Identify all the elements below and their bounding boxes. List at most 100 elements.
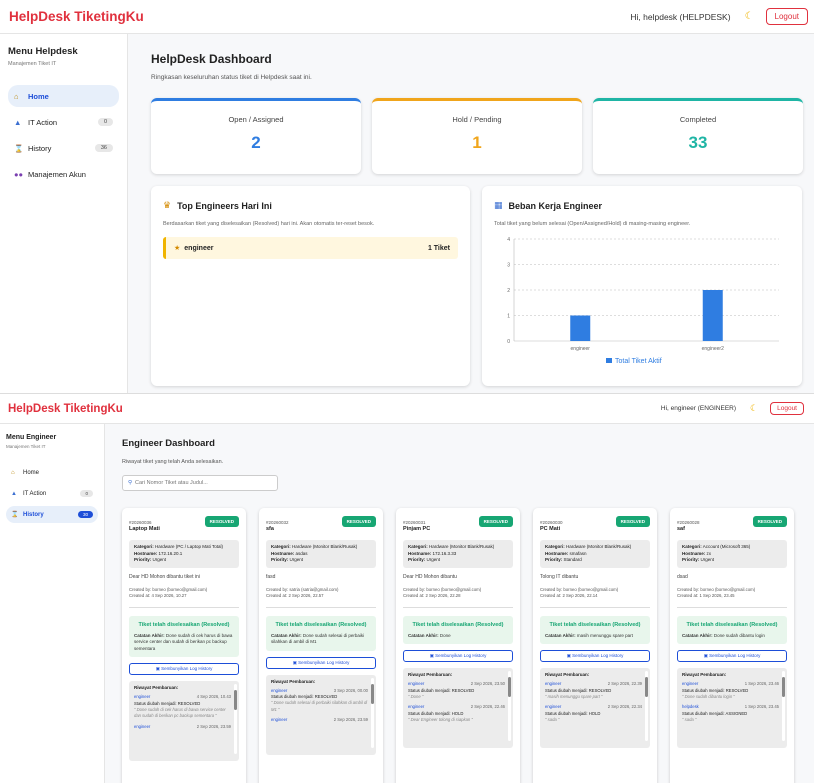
sidebar-item-label: Manajemen Akun <box>28 169 86 179</box>
resolved-box: Tiket telah diselesaikan (Resolved) Cata… <box>129 615 239 658</box>
bar <box>702 290 723 341</box>
priority-value: Urgent <box>700 557 715 563</box>
kategori-label: Kategori: <box>545 544 565 549</box>
log-scrollbar[interactable] <box>234 684 237 755</box>
log-scrollbar[interactable] <box>782 671 785 742</box>
log-scrollbar[interactable] <box>508 671 511 742</box>
workload-chart-svg: 0 1 2 3 4 engineer engineer2 Total Tiket Aktif <box>507 237 779 365</box>
log-time: 1 Sep 2026, 23.46 <box>744 681 779 687</box>
log-entries: engineer 1 Sep 2026, 23.46 Status diubah m… <box>682 681 779 723</box>
kategori-value: Hardware (Monitor Blank/Rusak) <box>566 544 632 549</box>
panel-heading: ♛ Top Engineers Hari Ini <box>163 200 458 211</box>
ticket-description: dsad <box>677 573 688 580</box>
hostname-label: Hostname: <box>682 550 706 556</box>
count-badge: 36 <box>94 144 113 152</box>
log-note: " Done sudah selesai di perbaiki silahka… <box>271 700 368 712</box>
log-time: 4 Sep 2026, 10.43 <box>196 694 231 700</box>
ticket-info: Kategori: Hardware (Monitor Blank/Rusak)… <box>266 540 376 568</box>
log-user: engineer <box>408 704 425 710</box>
panel-heading: ▦ Beban Kerja Engineer <box>494 200 790 211</box>
ticket-meta: Created by: borneo (borneo@gmail.com) Cr… <box>677 587 787 599</box>
created-at: Created at: 4 Sep 2026, 10.27 <box>129 592 187 598</box>
log-history[interactable]: Riwayat Pembaruan: engineer 4 Sep 2026, 1… <box>129 681 239 762</box>
ticket-info: Kategori: Hardware (PC / Laptop Mati Tot… <box>129 540 239 568</box>
logout-button[interactable]: Logout <box>765 8 808 25</box>
search-input[interactable]: ⚲ Cari Nomor Tiket atau Judul... <box>122 475 278 491</box>
hourglass-icon: ⌛ <box>11 512 19 518</box>
stat-card-open: Open / Assigned 2 <box>151 98 361 174</box>
log-history[interactable]: Riwayat Pembaruan: engineer 3 Sep 2026, 0… <box>266 674 376 755</box>
page-subtitle: Riwayat tiket yang telah Anda selesaikan… <box>122 459 224 465</box>
sidebar-title: Menu Helpdesk <box>8 46 78 57</box>
x-tick-label: engineer2 <box>702 346 724 352</box>
logout-button[interactable]: Logout <box>770 402 804 415</box>
hide-log-label: Sembunyikan Log History <box>298 659 350 665</box>
sidebar-item-label: Home <box>28 91 49 101</box>
hostname-label: Hostname: <box>545 550 569 556</box>
ticket-meta: Created by: borneo (borneo@gmail.com) Cr… <box>129 587 239 599</box>
sidebar-item-it-action[interactable]: ▲ IT Action 0 <box>8 111 119 133</box>
log-entry: engineer 2 Sep 2026, 22.46 Status diubah m… <box>408 704 505 723</box>
hostname-value: 172.16.20.1 <box>158 550 183 556</box>
log-user: engineer <box>545 681 562 687</box>
scrollbar-thumb[interactable] <box>508 677 511 698</box>
scrollbar-thumb[interactable] <box>645 677 648 698</box>
log-entries: engineer 2 Sep 2026, 23.50 Status diubah m… <box>408 681 505 723</box>
navbar-right: Hi, engineer (ENGINEER) ☾ Logout <box>661 402 804 415</box>
log-history[interactable]: Riwayat Pembaruan: engineer 1 Sep 2026, 2… <box>677 668 787 749</box>
resolved-box: Tiket telah diselesaikan (Resolved) Cata… <box>677 615 787 645</box>
ticket-card: #20260030 RESOLVED PC Mati Kategori: Har… <box>533 508 657 783</box>
status-badge: RESOLVED <box>204 516 239 527</box>
log-entry: engineer 3 Sep 2026, 00.00 Status diubah m… <box>271 688 368 713</box>
scrollbar-thumb[interactable] <box>782 677 785 698</box>
sidebar-item-home[interactable]: ⌂ Home <box>8 85 119 107</box>
hide-log-button[interactable]: ▣ Sembunyikan Log History <box>266 656 376 669</box>
count-badge: 30 <box>77 511 93 518</box>
stat-cards: Open / Assigned 2 Hold / Pending 1 Compl… <box>151 98 803 174</box>
brand-logo[interactable]: HelpDesk TiketingKu <box>9 9 144 24</box>
log-title: Riwayat Pembaruan: <box>408 672 453 678</box>
sidebar-item-label: IT Action <box>23 490 47 497</box>
x-tick-label: engineer <box>571 346 591 352</box>
hide-log-button[interactable]: ▣ Sembunyikan Log History <box>403 650 513 663</box>
status-badge: RESOLVED <box>478 516 513 527</box>
log-note: " Dear Engineer tolong di siapkan " <box>408 716 473 722</box>
brand-logo[interactable]: HelpDesk TiketingKu <box>8 403 123 415</box>
sidebar-item-it-action[interactable]: ▲ IT Action 0 <box>6 485 98 502</box>
log-entries: engineer 2 Sep 2026, 22.39 Status diubah m… <box>545 681 642 723</box>
status-badge: RESOLVED <box>341 516 376 527</box>
kategori-label: Kategori: <box>271 544 291 549</box>
log-history[interactable]: Riwayat Pembaruan: engineer 2 Sep 2026, 2… <box>403 668 513 749</box>
sidebar-item-history[interactable]: ⌛ History 30 <box>6 506 98 523</box>
history-icon: ▣ <box>703 653 708 659</box>
sidebar-subtitle: Manajemen Tiket IT <box>6 444 46 449</box>
ticket-info: Kategori: Account (Microsoft 365) Hostna… <box>677 540 787 568</box>
log-scrollbar[interactable] <box>645 671 648 742</box>
sidebar-item-home[interactable]: ⌂ Home <box>6 464 98 481</box>
created-at: Created at: 2 Sep 2026, 22.14 <box>540 592 598 598</box>
hide-log-button[interactable]: ▣ Sembunyikan Log History <box>540 650 650 663</box>
scrollbar-thumb[interactable] <box>371 683 374 704</box>
sidebar-item-history[interactable]: ⌛ History 36 <box>8 137 119 159</box>
divider <box>129 606 239 608</box>
divider <box>266 606 376 608</box>
priority-label: Priority: <box>408 557 426 563</box>
moon-icon[interactable]: ☾ <box>750 403 758 414</box>
log-history[interactable]: Riwayat Pembaruan: engineer 2 Sep 2026, 2… <box>540 668 650 749</box>
log-time: 2 Sep 2026, 22.39 <box>607 681 642 687</box>
legend-label: Total Tiket Aktif <box>615 358 662 365</box>
hide-log-button[interactable]: ▣ Sembunyikan Log History <box>129 663 239 676</box>
ticket-card: #20260031 RESOLVED Pinjam PC Kategori: H… <box>396 508 520 783</box>
top-engineer-entry: ★ engineer 1 Tiket <box>163 237 458 259</box>
scrollbar-thumb[interactable] <box>234 690 237 711</box>
moon-icon[interactable]: ☾ <box>745 11 754 22</box>
log-title: Riwayat Pembaruan: <box>134 685 179 691</box>
priority-row: Priority: Urgent <box>271 557 371 564</box>
divider <box>677 606 787 608</box>
y-tick-label: 3 <box>507 263 510 269</box>
log-scrollbar[interactable] <box>371 677 374 748</box>
workload-panel: ▦ Beban Kerja Engineer Total tiket yang … <box>482 186 802 386</box>
hide-log-button[interactable]: ▣ Sembunyikan Log History <box>677 650 787 663</box>
stat-card-completed: Completed 33 <box>593 98 803 174</box>
sidebar-item-manajemen-akun[interactable]: ●● Manajemen Akun <box>8 163 119 185</box>
